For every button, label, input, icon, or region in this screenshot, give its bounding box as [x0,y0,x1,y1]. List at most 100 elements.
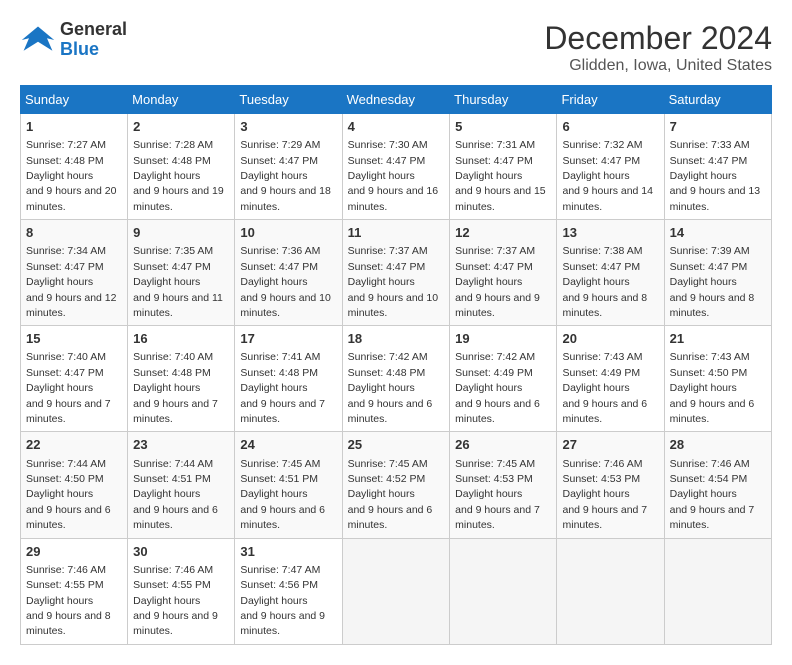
day-info: Sunrise: 7:30 AMSunset: 4:47 PMDaylight … [348,139,439,213]
day-info: Sunrise: 7:43 AMSunset: 4:49 PMDaylight … [562,351,647,425]
table-row: 8 Sunrise: 7:34 AMSunset: 4:47 PMDayligh… [21,220,128,326]
table-row: 16 Sunrise: 7:40 AMSunset: 4:48 PMDaylig… [128,326,235,432]
day-number: 14 [670,224,766,242]
day-info: Sunrise: 7:45 AMSunset: 4:52 PMDaylight … [348,458,433,532]
day-number: 12 [455,224,551,242]
day-number: 31 [240,543,336,561]
day-info: Sunrise: 7:47 AMSunset: 4:56 PMDaylight … [240,564,325,638]
day-info: Sunrise: 7:41 AMSunset: 4:48 PMDaylight … [240,351,325,425]
table-row: 27 Sunrise: 7:46 AMSunset: 4:53 PMDaylig… [557,432,664,538]
day-number: 27 [562,436,658,454]
col-saturday: Saturday [664,86,771,114]
day-info: Sunrise: 7:28 AMSunset: 4:48 PMDaylight … [133,139,224,213]
day-info: Sunrise: 7:36 AMSunset: 4:47 PMDaylight … [240,245,331,319]
day-number: 3 [240,118,336,136]
day-number: 29 [26,543,122,561]
table-row [342,538,450,644]
calendar-week-1: 1 Sunrise: 7:27 AMSunset: 4:48 PMDayligh… [21,114,772,220]
day-info: Sunrise: 7:46 AMSunset: 4:55 PMDaylight … [26,564,111,638]
table-row: 26 Sunrise: 7:45 AMSunset: 4:53 PMDaylig… [450,432,557,538]
day-info: Sunrise: 7:42 AMSunset: 4:48 PMDaylight … [348,351,433,425]
day-info: Sunrise: 7:45 AMSunset: 4:51 PMDaylight … [240,458,325,532]
col-friday: Friday [557,86,664,114]
day-info: Sunrise: 7:44 AMSunset: 4:51 PMDaylight … [133,458,218,532]
calendar-week-2: 8 Sunrise: 7:34 AMSunset: 4:47 PMDayligh… [21,220,772,326]
table-row: 4 Sunrise: 7:30 AMSunset: 4:47 PMDayligh… [342,114,450,220]
day-info: Sunrise: 7:40 AMSunset: 4:48 PMDaylight … [133,351,218,425]
day-info: Sunrise: 7:39 AMSunset: 4:47 PMDaylight … [670,245,755,319]
calendar-week-3: 15 Sunrise: 7:40 AMSunset: 4:47 PMDaylig… [21,326,772,432]
title-block: December 2024 Glidden, Iowa, United Stat… [544,20,772,75]
table-row [450,538,557,644]
table-row: 9 Sunrise: 7:35 AMSunset: 4:47 PMDayligh… [128,220,235,326]
table-row: 14 Sunrise: 7:39 AMSunset: 4:47 PMDaylig… [664,220,771,326]
month-title: December 2024 [544,20,772,57]
calendar-week-5: 29 Sunrise: 7:46 AMSunset: 4:55 PMDaylig… [21,538,772,644]
day-number: 18 [348,330,445,348]
table-row: 21 Sunrise: 7:43 AMSunset: 4:50 PMDaylig… [664,326,771,432]
table-row: 24 Sunrise: 7:45 AMSunset: 4:51 PMDaylig… [235,432,342,538]
day-number: 13 [562,224,658,242]
day-number: 28 [670,436,766,454]
calendar-header-row: Sunday Monday Tuesday Wednesday Thursday… [21,86,772,114]
day-number: 19 [455,330,551,348]
day-number: 21 [670,330,766,348]
day-number: 9 [133,224,229,242]
table-row: 18 Sunrise: 7:42 AMSunset: 4:48 PMDaylig… [342,326,450,432]
day-info: Sunrise: 7:27 AMSunset: 4:48 PMDaylight … [26,139,117,213]
day-info: Sunrise: 7:40 AMSunset: 4:47 PMDaylight … [26,351,111,425]
table-row: 6 Sunrise: 7:32 AMSunset: 4:47 PMDayligh… [557,114,664,220]
logo-bird-icon [20,22,56,58]
day-info: Sunrise: 7:33 AMSunset: 4:47 PMDaylight … [670,139,761,213]
day-number: 1 [26,118,122,136]
table-row: 7 Sunrise: 7:33 AMSunset: 4:47 PMDayligh… [664,114,771,220]
page-header: General Blue December 2024 Glidden, Iowa… [20,20,772,75]
day-number: 16 [133,330,229,348]
table-row: 19 Sunrise: 7:42 AMSunset: 4:49 PMDaylig… [450,326,557,432]
day-number: 25 [348,436,445,454]
day-number: 7 [670,118,766,136]
table-row: 15 Sunrise: 7:40 AMSunset: 4:47 PMDaylig… [21,326,128,432]
day-number: 2 [133,118,229,136]
table-row: 28 Sunrise: 7:46 AMSunset: 4:54 PMDaylig… [664,432,771,538]
location-title: Glidden, Iowa, United States [544,57,772,75]
col-tuesday: Tuesday [235,86,342,114]
table-row: 29 Sunrise: 7:46 AMSunset: 4:55 PMDaylig… [21,538,128,644]
day-info: Sunrise: 7:43 AMSunset: 4:50 PMDaylight … [670,351,755,425]
col-sunday: Sunday [21,86,128,114]
table-row: 2 Sunrise: 7:28 AMSunset: 4:48 PMDayligh… [128,114,235,220]
day-number: 30 [133,543,229,561]
calendar-table: Sunday Monday Tuesday Wednesday Thursday… [20,85,772,645]
logo-text: General Blue [60,20,127,60]
day-number: 4 [348,118,445,136]
day-info: Sunrise: 7:35 AMSunset: 4:47 PMDaylight … [133,245,223,319]
day-number: 8 [26,224,122,242]
day-number: 10 [240,224,336,242]
day-number: 22 [26,436,122,454]
day-info: Sunrise: 7:34 AMSunset: 4:47 PMDaylight … [26,245,117,319]
col-monday: Monday [128,86,235,114]
day-number: 20 [562,330,658,348]
day-info: Sunrise: 7:42 AMSunset: 4:49 PMDaylight … [455,351,540,425]
day-number: 17 [240,330,336,348]
day-number: 26 [455,436,551,454]
table-row [664,538,771,644]
table-row: 11 Sunrise: 7:37 AMSunset: 4:47 PMDaylig… [342,220,450,326]
calendar-week-4: 22 Sunrise: 7:44 AMSunset: 4:50 PMDaylig… [21,432,772,538]
table-row: 25 Sunrise: 7:45 AMSunset: 4:52 PMDaylig… [342,432,450,538]
table-row [557,538,664,644]
col-wednesday: Wednesday [342,86,450,114]
day-info: Sunrise: 7:31 AMSunset: 4:47 PMDaylight … [455,139,546,213]
table-row: 17 Sunrise: 7:41 AMSunset: 4:48 PMDaylig… [235,326,342,432]
day-number: 11 [348,224,445,242]
day-number: 23 [133,436,229,454]
table-row: 23 Sunrise: 7:44 AMSunset: 4:51 PMDaylig… [128,432,235,538]
day-info: Sunrise: 7:37 AMSunset: 4:47 PMDaylight … [348,245,439,319]
day-info: Sunrise: 7:38 AMSunset: 4:47 PMDaylight … [562,245,647,319]
day-info: Sunrise: 7:45 AMSunset: 4:53 PMDaylight … [455,458,540,532]
col-thursday: Thursday [450,86,557,114]
day-info: Sunrise: 7:29 AMSunset: 4:47 PMDaylight … [240,139,331,213]
table-row: 3 Sunrise: 7:29 AMSunset: 4:47 PMDayligh… [235,114,342,220]
table-row: 5 Sunrise: 7:31 AMSunset: 4:47 PMDayligh… [450,114,557,220]
table-row: 13 Sunrise: 7:38 AMSunset: 4:47 PMDaylig… [557,220,664,326]
